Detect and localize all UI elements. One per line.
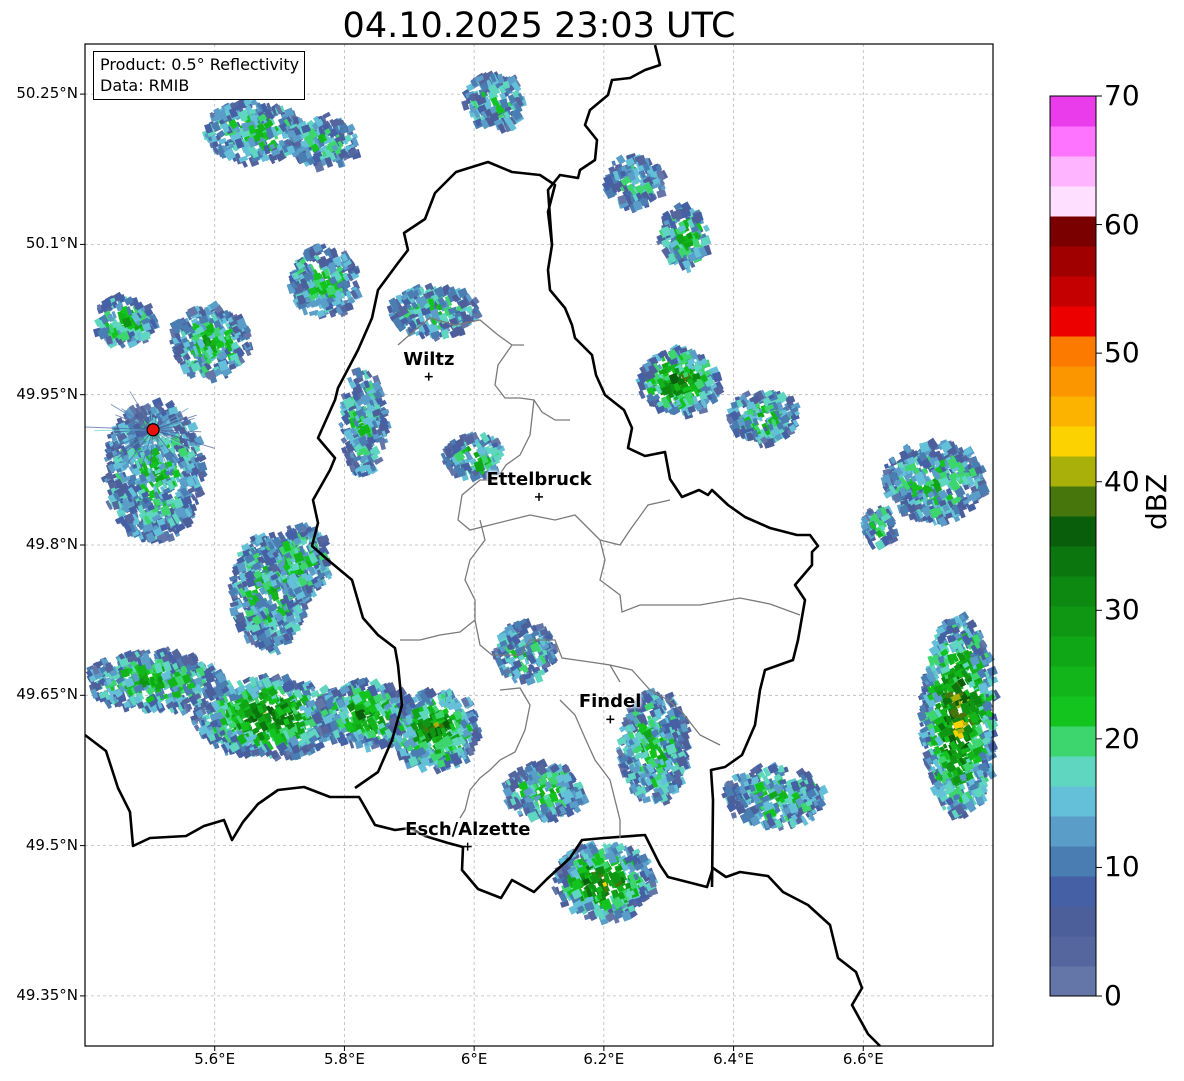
echo-pixel [941,805,947,811]
radar-map [80,43,1102,1051]
graticule [85,44,993,1046]
reflectivity-layer [85,70,1001,926]
echo-pixel [883,463,890,470]
